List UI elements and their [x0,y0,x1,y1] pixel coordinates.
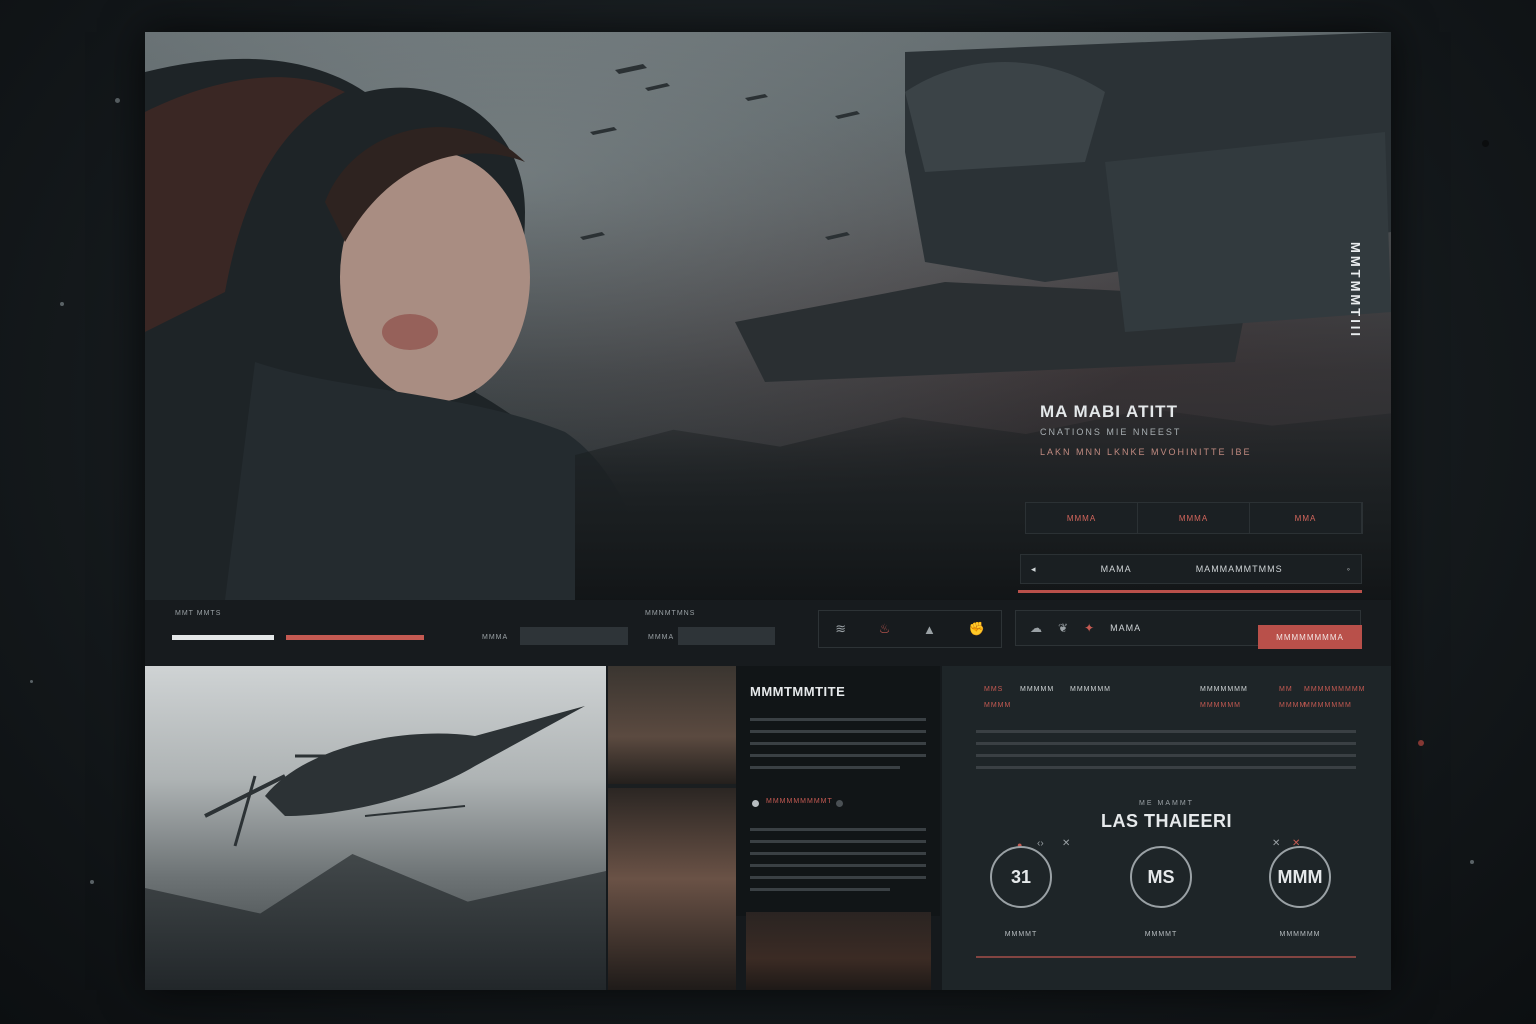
hero-tagline: LAKN MNN LKNKE MVOHINITTE IBE [1040,447,1252,457]
input-field-2[interactable] [678,627,775,645]
thumbnail-man[interactable] [608,666,736,784]
select-left-label: MAMA [1100,564,1132,574]
panel-title: LAS THAIEERI [1100,811,1232,831]
wave-icon[interactable]: ≋ [835,621,846,637]
text-line [976,730,1356,733]
bullet-icon [752,800,759,807]
particle [115,98,120,103]
text-line [976,754,1356,757]
text-line [750,852,926,855]
control-label-4: MMMA [648,634,675,641]
chevron-icon: ◦ [1346,564,1351,574]
control-label-1: MMT MMTS [175,610,222,617]
text-line [750,766,900,769]
hero-title: MA MABI ATITT [1040,402,1178,421]
search-value: MAMA [1110,623,1142,633]
control-label-2: MMNMTMNS [645,610,696,617]
menu-item-3[interactable]: MMMMMM [1070,686,1111,693]
article-title: MMMTMMTITE [750,684,846,699]
input-field-1[interactable] [520,627,628,645]
particle [60,302,64,306]
panel-kicker: ME MAMMT [1139,800,1194,807]
stat-circle-3[interactable]: MMM [1269,846,1331,908]
control-label-3: MMMA [482,634,509,641]
progress-bar-red[interactable] [286,635,424,640]
tab-3[interactable]: MMA [1250,503,1362,533]
menu-item-2[interactable]: MMMMM [1020,686,1054,693]
tab-2[interactable]: MMMA [1138,503,1250,533]
stat-circle-2[interactable]: MS [1130,846,1192,908]
helicopter-illustration [204,706,585,847]
text-line [750,730,926,733]
select-value: MAMMAMMTMMS [1195,564,1283,574]
accent-line [976,956,1356,958]
x-icon: ✕ [1062,838,1071,849]
submenu-item-3[interactable]: MMMM [1279,702,1306,709]
text-line [750,888,890,891]
hero-banner: MA MABI ATITT CNATIONS MIE NNEEST LAKN M… [145,32,1391,600]
text-line [750,754,926,757]
panel-heading: ME MAMMT LAS THAIEERI [942,800,1391,832]
x-icon: ✕ [1272,838,1281,849]
vertical-label: MMTMMTIII [1348,242,1363,340]
thumbnail-column [608,666,736,990]
leaf-icon[interactable]: ❦ [1058,621,1068,635]
stat-caption-3: MMMMMM [1279,931,1321,938]
fist-icon[interactable]: ✊ [969,621,985,637]
select-arrow-icon: ◂ [1031,563,1037,574]
menu-item-4[interactable]: MMMMMMM [1200,686,1248,693]
text-line [750,864,926,867]
alert-icon[interactable]: ▲ [923,622,936,637]
bullet-icon [836,800,843,807]
text-line [750,742,926,745]
accent-divider [1018,590,1362,593]
filter-select[interactable]: ◂ MAMA MAMMAMMTMMS ◦ [1020,554,1362,584]
particle [1418,740,1424,746]
page-frame: MA MABI ATITT CNATIONS MIE NNEEST LAKN M… [145,32,1391,990]
thumbnail-woman[interactable] [608,788,736,990]
text-line [750,876,926,879]
submenu-item-1[interactable]: MMMM [984,702,1011,709]
stat-caption-1: MMMMT [1004,931,1038,938]
primary-cta-button[interactable]: MMMMMMMMA [1258,625,1362,649]
helicopter-image [145,666,606,990]
menu-item-6[interactable]: MMMMMMMMM [1304,686,1365,693]
text-line [750,828,926,831]
control-strip: MMT MMTS MMNMTMNS MMMA MMMA ≋ ♨ ▲ ✊ ☁ ❦ … [145,600,1391,666]
fire-icon[interactable]: ☁ [1030,621,1042,635]
particle [1470,860,1474,864]
menu-item-1[interactable]: MMS [984,686,1003,693]
icon-toolbar: ≋ ♨ ▲ ✊ [818,610,1002,648]
arrows-icon: ‹› [1037,838,1044,849]
text-line [976,766,1356,769]
particle [30,680,33,683]
article-tag[interactable]: MMMMMMMMMT [766,798,833,805]
article-thumbnail[interactable] [746,912,931,990]
flame-icon[interactable]: ♨ [879,621,891,637]
article-card: MMMTMMTITE MMMMMMMMMT [736,666,940,916]
text-line [976,742,1356,745]
info-panel: MMS MMMMM MMMMMM MMMMMMM MM MMMMMMMMM MM… [942,666,1391,990]
text-line [750,718,926,721]
hero-text-block: MA MABI ATITT CNATIONS MIE NNEEST LAKN M… [1040,402,1370,457]
menu-item-5[interactable]: MM [1279,686,1293,693]
submenu-item-4[interactable]: MMMMMMM [1304,702,1352,709]
tab-1[interactable]: MMMA [1026,503,1138,533]
stat-circle-1[interactable]: 31 [990,846,1052,908]
progress-bar-white[interactable] [172,635,274,640]
pin-icon[interactable]: ✦ [1084,621,1094,635]
particle [1482,140,1489,147]
hero-tabs: MMMA MMMA MMA [1025,502,1363,534]
particle [90,880,94,884]
stat-caption-2: MMMMT [1144,931,1178,938]
hero-subtitle: CNATIONS MIE NNEEST [1040,427,1182,437]
submenu-item-2[interactable]: MMMMMM [1200,702,1241,709]
text-line [750,840,926,843]
